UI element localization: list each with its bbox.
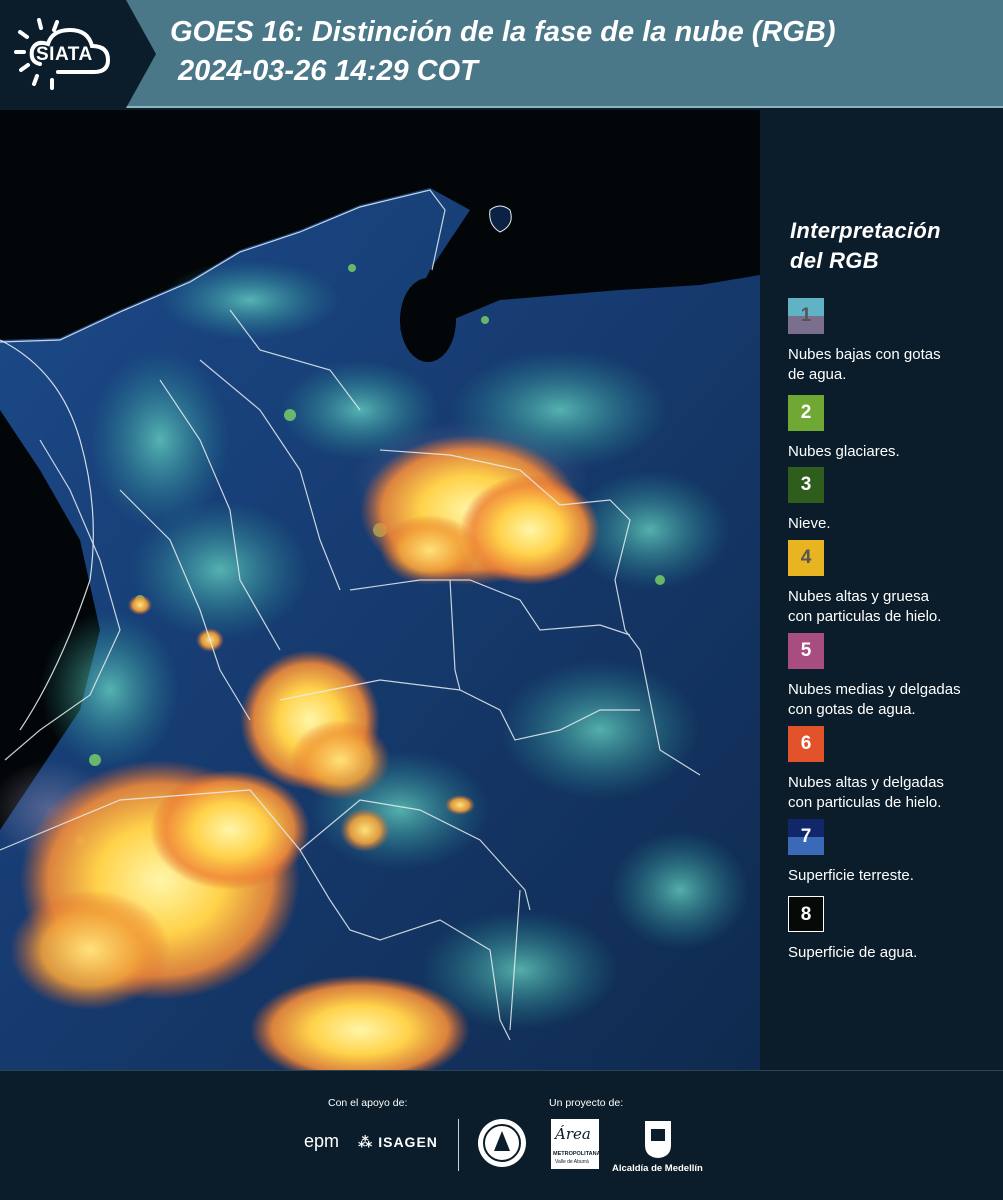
legend-swatch-number: 1 (800, 305, 812, 326)
legend-swatch-7: 7 (788, 819, 824, 855)
amva-logo-line2: Valle de Aburrá (555, 1159, 589, 1165)
legend-swatch-number: 6 (800, 733, 812, 754)
legend-label-6: Nubes altas y delgadas con particulas de … (788, 773, 998, 813)
support-label: Con el apoyo de: (328, 1097, 408, 1109)
epm-logo: epm (304, 1131, 339, 1152)
legend-label-line1: Nubes altas y delgadas (788, 774, 944, 791)
legend-label-5: Nubes medias y delgadas con gotas de agua… (788, 680, 998, 720)
satellite-image (0, 110, 760, 1070)
legend-swatch-5: 5 (788, 633, 824, 669)
legend-label-7: Superficie terreste. (788, 866, 998, 886)
legend-label-line2: de agua. (788, 366, 847, 383)
amva-logo-script: Área (555, 1125, 591, 1143)
legend-label-4: Nubes altas y gruesa con particulas de hi… (788, 587, 998, 627)
legend-label-1: Nubes bajas con gotas de agua. (788, 345, 998, 385)
header-arrow-shape (126, 0, 156, 108)
legend-swatch-number: 4 (800, 547, 812, 568)
legend-swatch-number: 2 (800, 402, 812, 423)
legend-label-line1: Superficie terreste. (788, 867, 914, 884)
legend-title: Interpretación del RGB (790, 216, 990, 276)
legend-swatch-number: 5 (800, 640, 812, 661)
seal-icon (478, 1119, 526, 1167)
isagen-logo: ⁂ ISAGEN (358, 1134, 438, 1151)
isagen-mark-icon: ⁂ (358, 1134, 374, 1150)
legend-swatch-1: 1 (788, 298, 824, 334)
coat-of-arms-icon (645, 1121, 671, 1158)
legend-title-line2: del RGB (790, 248, 879, 273)
epm-logo-text: epm (304, 1131, 340, 1151)
legend-swatch-3: 3 (788, 467, 824, 503)
page-root: SIATA GOES 16: Distinción de la fase de … (0, 0, 1003, 1200)
legend-label-line2: con particulas de hielo. (788, 794, 942, 811)
project-label: Un proyecto de: (549, 1097, 624, 1109)
legend-swatch-4: 4 (788, 540, 824, 576)
legend-label-line1: Nubes altas y gruesa (788, 588, 929, 605)
legend-panel: Interpretación del RGB 1 Nubes bajas con … (760, 110, 1003, 1070)
legend-label-8: Superficie de agua. (788, 943, 998, 963)
siata-logo-text: SIATA (36, 44, 93, 65)
legend-label-line1: Nieve. (788, 515, 831, 532)
header-bar: SIATA GOES 16: Distinción de la fase de … (0, 0, 1003, 108)
legend-swatch-number: 8 (800, 904, 812, 925)
siata-logo[interactable]: SIATA (0, 0, 126, 108)
timestamp: 2024-03-26 14:29 COT (178, 55, 478, 87)
isagen-logo-text: ISAGEN (378, 1134, 438, 1150)
legend-label-line1: Nubes glaciares. (788, 443, 900, 460)
legend-label-line1: Superficie de agua. (788, 944, 918, 961)
alcaldia-logo-text: Alcaldía de Medellín (612, 1163, 703, 1174)
legend-label-line1: Nubes medias y delgadas (788, 681, 961, 698)
legend-swatch-8: 8 (788, 896, 824, 932)
amva-logo: Área METROPOLITANA Valle de Aburrá (551, 1119, 601, 1169)
legend-swatch-number: 3 (800, 474, 812, 495)
satellite-map[interactable] (0, 110, 760, 1070)
legend-label-line2: con particulas de hielo. (788, 608, 942, 625)
legend-label-2: Nubes glaciares. (788, 442, 998, 462)
legend-label-3: Nieve. (788, 514, 998, 534)
legend-label-line2: con gotas de agua. (788, 701, 916, 718)
footer-divider (458, 1119, 459, 1171)
legend-swatch-number: 7 (800, 826, 812, 847)
page-title: GOES 16: Distinción de la fase de la nub… (170, 16, 836, 48)
legend-swatch-6: 6 (788, 726, 824, 762)
legend-label-line1: Nubes bajas con gotas (788, 346, 941, 363)
legend-title-line1: Interpretación (790, 218, 941, 243)
amva-logo-line1: METROPOLITANA (553, 1151, 601, 1157)
footer: Con el apoyo de: Un proyecto de: epm ⁂ I… (0, 1070, 1003, 1200)
legend-swatch-2: 2 (788, 395, 824, 431)
